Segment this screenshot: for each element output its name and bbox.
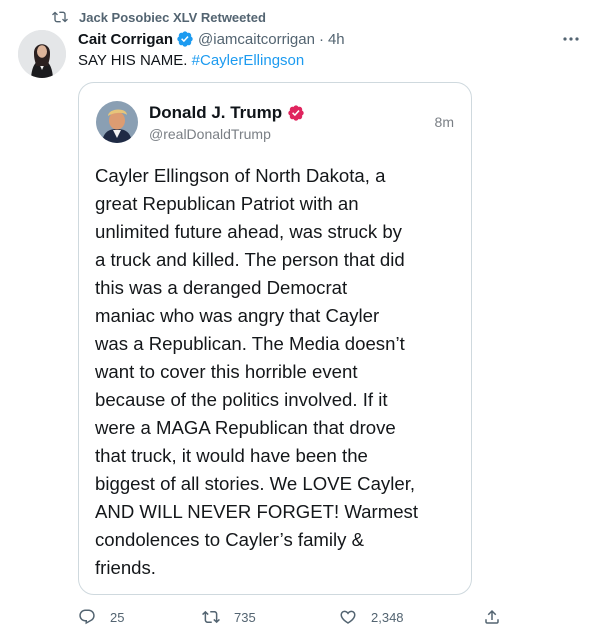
tweet-header: Cait Corrigan @iamcaitcorrigan · 4h <box>78 29 558 49</box>
embedded-tweet-body: Cayler Ellingson of North Dakota, a grea… <box>95 162 459 582</box>
body-line: great Republican Patriot with an <box>95 193 359 214</box>
body-line: because of the politics involved. If it <box>95 389 388 410</box>
body-line: biggest of all stories. We LOVE Cayler, <box>95 473 416 494</box>
tweet-timestamp[interactable]: 4h <box>328 31 345 48</box>
retweet-button[interactable]: 735 <box>202 605 256 629</box>
author-name[interactable]: Cait Corrigan <box>78 31 173 48</box>
hashtag-link[interactable]: #CaylerEllingson <box>192 52 305 69</box>
body-line: want to cover this horrible event <box>95 361 358 382</box>
body-line: was a Republican. The Media doesn’t <box>95 333 405 354</box>
retweet-icon <box>202 610 220 624</box>
body-line: unlimited future ahead, was struck by <box>95 221 402 242</box>
body-line: AND WILL NEVER FORGET! Warmest <box>95 501 419 522</box>
reply-button[interactable]: 25 <box>78 605 124 629</box>
author-avatar[interactable] <box>18 30 66 78</box>
embedded-author-handle: @realDonaldTrump <box>149 126 271 142</box>
tweet-text: SAY HIS NAME. #CaylerEllingson <box>78 51 304 71</box>
body-line: maniac who was angry that Cayler <box>95 305 380 326</box>
embedded-author-avatar-image <box>96 101 138 143</box>
tweet-actions: 25 735 2,348 <box>78 605 598 629</box>
author-handle[interactable]: @iamcaitcorrigan <box>198 31 315 48</box>
embedded-name-row: Donald J. Trump <box>149 103 305 123</box>
author-avatar-image <box>18 30 66 78</box>
embedded-author-name: Donald J. Trump <box>149 103 283 122</box>
body-line: were a MAGA Republican that drove <box>95 417 396 438</box>
body-line: Cayler Ellingson of North Dakota, a <box>95 165 386 186</box>
body-line: condolences to Cayler’s family & <box>95 529 365 550</box>
tweet-text-body: SAY HIS NAME. <box>78 52 188 69</box>
heart-icon <box>340 610 356 624</box>
share-icon <box>485 609 499 624</box>
retweet-icon <box>52 11 68 23</box>
share-button[interactable] <box>483 605 501 629</box>
embedded-author-avatar <box>96 101 138 143</box>
body-line: this was a deranged Democrat <box>95 277 348 298</box>
like-button[interactable]: 2,348 <box>339 605 404 629</box>
embedded-tweet-image[interactable]: Donald J. Trump @realDonaldTrump 8m Cayl… <box>78 82 472 595</box>
embedded-timestamp: 8m <box>434 114 454 130</box>
reply-count: 25 <box>110 609 125 625</box>
body-line: that truck, it would have been the <box>95 445 368 466</box>
retweet-count: 735 <box>234 609 256 625</box>
verified-badge-icon <box>288 105 304 121</box>
verified-badge-icon <box>177 31 193 47</box>
retweet-context-text[interactable]: Jack Posobiec XLV Retweeted <box>79 10 266 25</box>
body-line: friends. <box>95 557 156 578</box>
body-line: a truck and killed. The person that did <box>95 249 405 270</box>
retweet-context: Jack Posobiec XLV Retweeted <box>52 8 266 26</box>
more-options-icon[interactable] <box>562 34 580 44</box>
reply-icon <box>79 609 95 625</box>
separator-dot: · <box>318 30 324 48</box>
like-count: 2,348 <box>371 609 404 625</box>
